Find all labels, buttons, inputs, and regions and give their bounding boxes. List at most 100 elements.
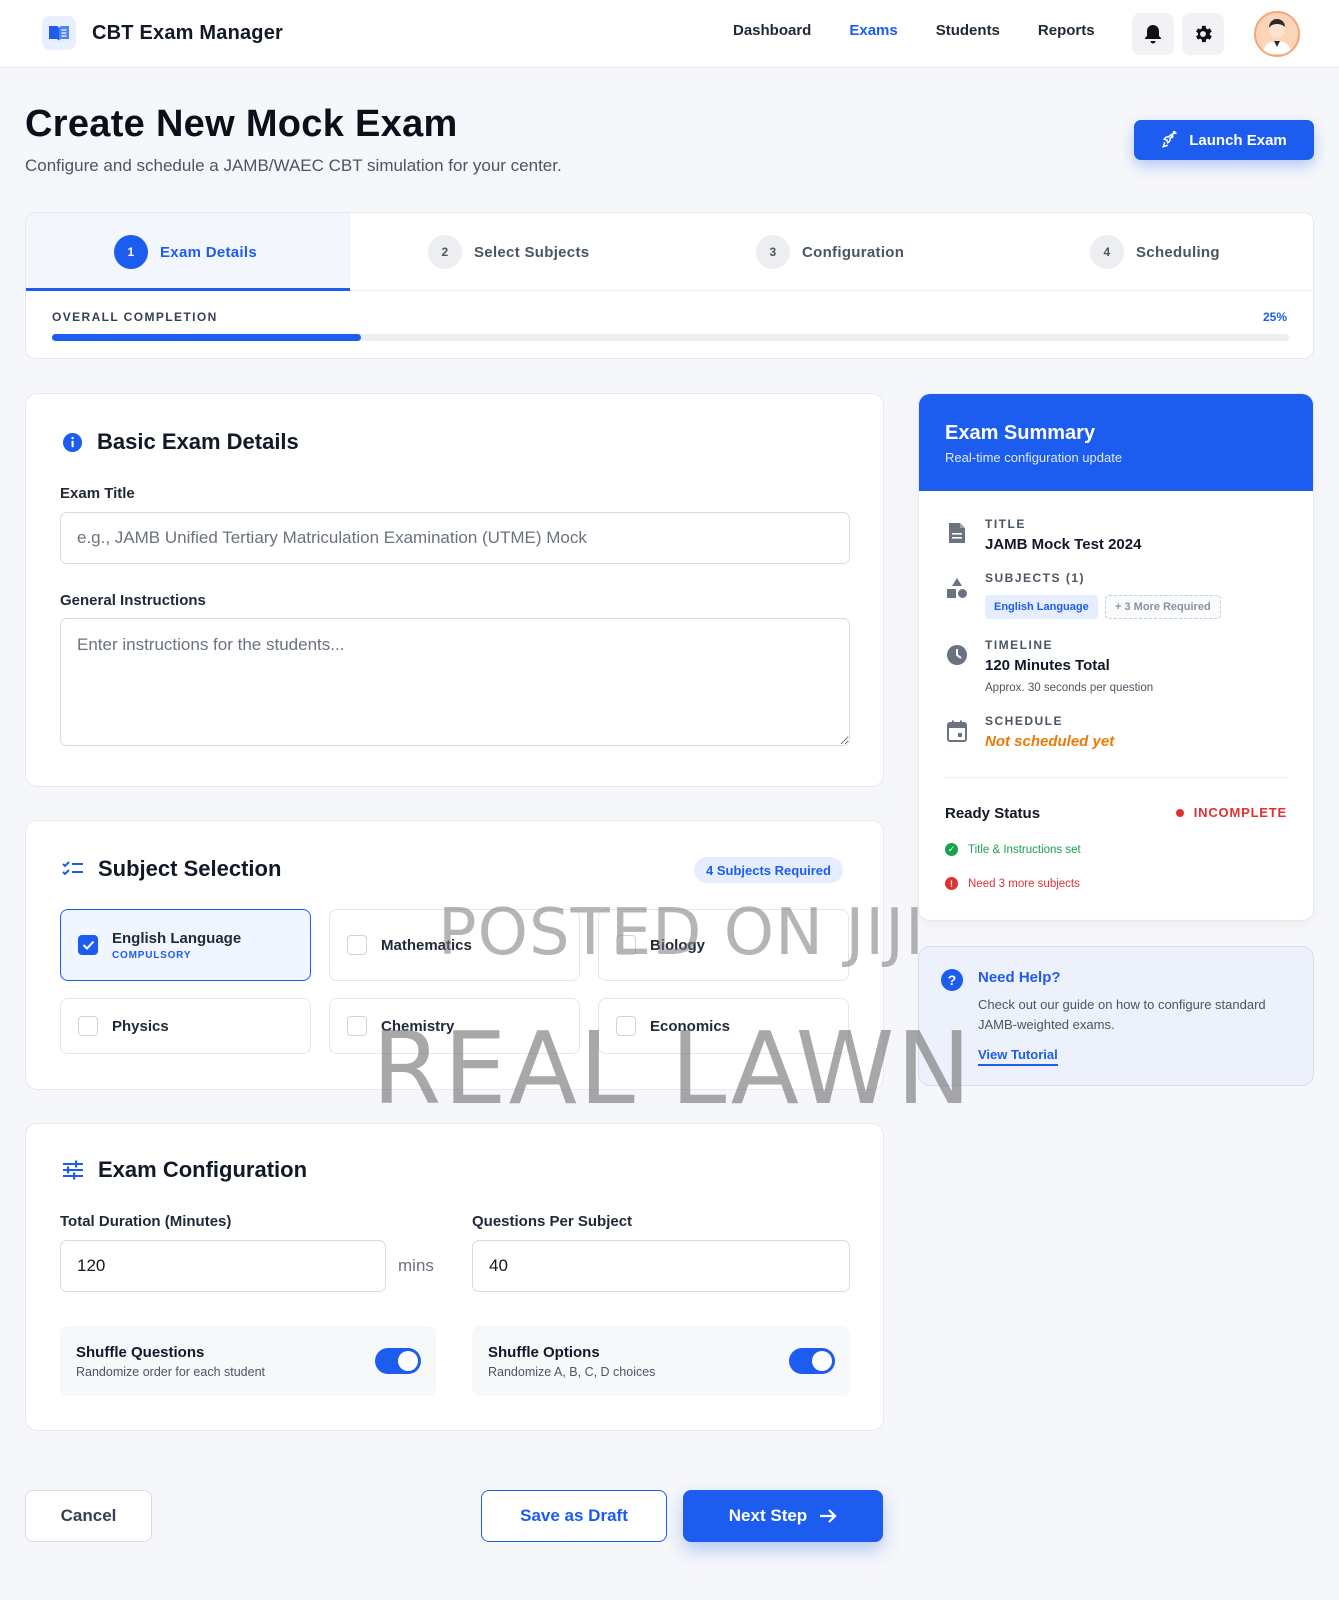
ready-status-badge: INCOMPLETE — [1175, 805, 1287, 820]
exam-configuration-card: Exam Configuration Total Duration (Minut… — [25, 1123, 884, 1431]
shuffle-questions-row: Shuffle Questions Randomize order for ea… — [60, 1326, 436, 1396]
subject-physics[interactable]: Physics — [60, 998, 311, 1054]
step-number: 2 — [428, 235, 462, 269]
nav-reports[interactable]: Reports — [1038, 22, 1095, 39]
step-label: Exam Details — [160, 243, 257, 261]
shuffle-options-row: Shuffle Options Randomize A, B, C, D cho… — [472, 1326, 850, 1396]
info-icon — [62, 432, 83, 452]
summary-schedule-value: Not scheduled yet — [985, 733, 1115, 750]
subject-economics[interactable]: Economics — [598, 998, 849, 1054]
page-subtitle: Configure and schedule a JAMB/WAEC CBT s… — [25, 156, 562, 175]
compulsory-tag: COMPULSORY — [112, 949, 192, 961]
duration-unit: mins — [398, 1256, 434, 1275]
rocket-icon — [1162, 131, 1177, 148]
subject-chip: English Language — [985, 595, 1098, 619]
launch-exam-label: Launch Exam — [1189, 131, 1287, 149]
status-dot-icon — [1175, 808, 1184, 817]
step-number: 1 — [114, 235, 148, 269]
exam-configuration-title: Exam Configuration — [62, 1157, 307, 1183]
shuffle-questions-title: Shuffle Questions — [76, 1344, 205, 1361]
progress-track — [52, 334, 1289, 341]
checkbox[interactable] — [616, 935, 636, 955]
shuffle-questions-sub: Randomize order for each student — [76, 1365, 265, 1379]
brand[interactable]: CBT Exam Manager — [42, 16, 283, 50]
shuffle-options-title: Shuffle Options — [488, 1344, 600, 1361]
subject-chemistry[interactable]: Chemistry — [329, 998, 580, 1054]
steps-bar: 1 Exam Details 2 Select Subjects 3 Confi… — [26, 213, 1313, 291]
nav-students[interactable]: Students — [936, 22, 1000, 39]
step-scheduling[interactable]: 4 Scheduling — [1090, 213, 1220, 291]
checklist-icon — [62, 861, 83, 876]
check-ok-text: Title & Instructions set — [968, 843, 1081, 856]
summary-timeline-label: TIMELINE — [985, 638, 1053, 652]
shapes-icon — [945, 576, 969, 600]
shuffle-options-toggle[interactable] — [789, 1348, 835, 1374]
subject-selection-card: Subject Selection 4 Subjects Required En… — [25, 820, 884, 1090]
subject-biology[interactable]: Biology — [598, 909, 849, 981]
duration-label: Total Duration (Minutes) — [60, 1213, 232, 1230]
subject-selection-title: Subject Selection — [62, 856, 281, 882]
subject-name: Physics — [112, 1017, 169, 1035]
summary-subjects-label: SUBJECTS (1) — [985, 571, 1086, 585]
shuffle-options-sub: Randomize A, B, C, D choices — [488, 1365, 656, 1379]
app-name: CBT Exam Manager — [92, 21, 284, 44]
check-item-ok: ✓ Title & Instructions set — [945, 843, 1081, 856]
ready-status-label: Ready Status — [945, 805, 1041, 822]
check-circle-icon: ✓ — [945, 843, 958, 856]
shuffle-questions-toggle[interactable] — [375, 1348, 421, 1374]
save-draft-button[interactable]: Save as Draft — [481, 1490, 667, 1542]
book-icon — [42, 16, 76, 50]
next-step-label: Next Step — [728, 1506, 808, 1525]
document-icon — [945, 521, 969, 545]
help-body: Check out our guide on how to configure … — [978, 997, 1266, 1032]
questions-input[interactable] — [472, 1240, 850, 1292]
subject-name: Economics — [650, 1017, 731, 1035]
settings-button[interactable] — [1182, 13, 1224, 55]
subject-mathematics[interactable]: Mathematics — [329, 909, 580, 981]
duration-input[interactable] — [60, 1240, 386, 1292]
progress-fill — [52, 334, 362, 341]
checkbox[interactable] — [78, 1016, 98, 1036]
nav-dashboard[interactable]: Dashboard — [733, 22, 811, 39]
exam-title-label: Exam Title — [60, 485, 135, 502]
avatar[interactable] — [1254, 11, 1300, 57]
notifications-button[interactable] — [1132, 13, 1174, 55]
view-tutorial-link[interactable]: View Tutorial — [978, 1047, 1058, 1066]
checkbox-checked[interactable] — [78, 935, 98, 955]
cancel-button[interactable]: Cancel — [25, 1490, 152, 1542]
basic-details-title: Basic Exam Details — [62, 429, 299, 455]
basic-details-card: Basic Exam Details Exam Title General In… — [25, 393, 884, 787]
check-icon — [82, 940, 94, 950]
help-card: ? Need Help? Check out our guide on how … — [918, 946, 1314, 1086]
question-icon: ? — [941, 969, 963, 991]
bell-icon — [1145, 25, 1161, 44]
step-configuration[interactable]: 3 Configuration — [756, 213, 904, 291]
exam-title-input[interactable] — [60, 512, 850, 564]
summary-schedule-label: SCHEDULE — [985, 714, 1064, 728]
instructions-textarea[interactable] — [60, 618, 850, 746]
subject-english-language[interactable]: English Language COMPULSORY — [60, 909, 311, 981]
completion-percent: 25% — [1262, 310, 1287, 324]
help-title: Need Help? — [978, 969, 1061, 986]
page-title: Create New Mock Exam — [25, 103, 458, 145]
checkbox[interactable] — [347, 935, 367, 955]
instructions-label: General Instructions — [60, 592, 206, 609]
step-select-subjects[interactable]: 2 Select Subjects — [428, 213, 589, 291]
launch-exam-button[interactable]: Launch Exam — [1134, 120, 1314, 160]
subject-name: Chemistry — [381, 1017, 455, 1035]
summary-header: Exam Summary Real-time configuration upd… — [919, 394, 1313, 491]
next-step-button[interactable]: Next Step — [683, 1490, 883, 1542]
questions-label: Questions Per Subject — [472, 1213, 633, 1230]
checkbox[interactable] — [347, 1016, 367, 1036]
summary-title-label: TITLE — [985, 517, 1026, 531]
step-exam-details[interactable]: 1 Exam Details — [114, 213, 257, 291]
arrow-right-icon — [820, 1509, 837, 1523]
summary-timeline-value: 120 Minutes Total — [985, 657, 1110, 674]
summary-title: Exam Summary — [945, 422, 1096, 444]
summary-subtitle: Real-time configuration update — [945, 450, 1123, 465]
top-bar: CBT Exam Manager Dashboard Exams Student… — [0, 0, 1339, 68]
summary-timeline-note: Approx. 30 seconds per question — [985, 682, 1154, 694]
checkbox[interactable] — [616, 1016, 636, 1036]
exam-configuration-heading: Exam Configuration — [98, 1157, 308, 1182]
nav-exams[interactable]: Exams — [849, 22, 897, 39]
